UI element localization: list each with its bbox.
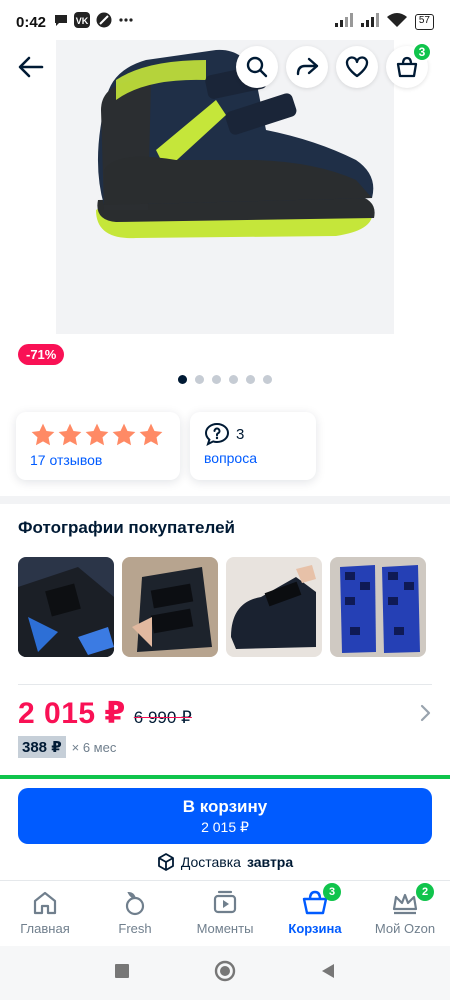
gallery-dot[interactable] [195, 375, 204, 384]
heart-icon [345, 56, 369, 78]
system-nav-bar [0, 946, 450, 1000]
svg-text:VK: VK [76, 16, 89, 26]
signal-icon [334, 13, 353, 31]
favorite-button[interactable] [336, 46, 378, 88]
back-button[interactable] [10, 46, 52, 88]
customer-photo[interactable] [330, 557, 426, 657]
recents-button[interactable] [114, 963, 130, 984]
tab-my-ozon[interactable]: Мой Ozon 2 [360, 881, 450, 946]
tab-cart[interactable]: Корзина 3 [270, 881, 360, 946]
box-icon [157, 853, 174, 871]
customer-photo[interactable] [122, 557, 218, 657]
home-button[interactable] [214, 960, 236, 987]
add-to-cart-button[interactable]: В корзину 2 015 ₽ [18, 788, 432, 844]
gallery-dot[interactable] [246, 375, 255, 384]
cart-tab-badge: 3 [323, 883, 341, 901]
current-price: 2 015 ₽ [18, 697, 126, 730]
arrow-left-icon [18, 56, 44, 78]
feedback-cards: 17 отзывов 3 вопроса [16, 412, 316, 480]
status-time: 0:42 [16, 13, 47, 31]
customer-photos-title: Фотографии покупателей [18, 518, 235, 537]
price-block[interactable]: 2 015 ₽ 6 990 ₽ [18, 696, 432, 731]
installment-info[interactable]: 388 ₽ × 6 мес [18, 736, 116, 758]
tab-label: Корзина [288, 921, 342, 936]
questions-link[interactable]: вопроса [204, 450, 302, 466]
installment-amount: 388 ₽ [18, 736, 66, 758]
old-price: 6 990 ₽ [133, 708, 192, 727]
star-icon [139, 423, 163, 446]
discount-badge: -71% [18, 344, 65, 365]
tab-label: Мой Ozon [374, 921, 436, 936]
app-icon [96, 12, 112, 32]
customer-photo[interactable] [18, 557, 114, 657]
gallery-dot[interactable] [229, 375, 238, 384]
chevron-right-icon[interactable] [420, 704, 432, 727]
my-ozon-tab-badge: 2 [416, 883, 434, 901]
gallery-pagination[interactable] [0, 375, 450, 384]
more-icon [118, 12, 134, 32]
delivery-prefix: Доставка [180, 854, 241, 870]
tab-label: Главная [20, 921, 70, 936]
share-icon [296, 57, 319, 76]
section-separator [0, 496, 450, 504]
fresh-icon [125, 891, 145, 916]
customer-photos [18, 557, 426, 657]
chat-icon [54, 13, 68, 31]
divider [18, 684, 432, 685]
product-gallery[interactable] [0, 40, 450, 340]
cart-button[interactable]: 3 [386, 42, 432, 88]
wifi-icon [386, 12, 407, 32]
crown-icon [392, 893, 418, 915]
moments-icon [213, 890, 237, 914]
questions-card[interactable]: 3 вопроса [190, 412, 316, 480]
cart-count-badge: 3 [412, 42, 432, 62]
customer-photo[interactable] [226, 557, 322, 657]
search-button[interactable] [236, 46, 278, 88]
tab-home[interactable]: Главная [0, 881, 90, 946]
rating-card[interactable]: 17 отзывов [16, 412, 180, 480]
tab-fresh[interactable]: Fresh [90, 881, 180, 946]
product-image[interactable] [56, 40, 394, 334]
questions-count: 3 [236, 425, 245, 443]
gallery-dot[interactable] [263, 375, 272, 384]
question-bubble-icon [204, 422, 230, 446]
back-nav-button[interactable] [320, 963, 336, 984]
home-icon [33, 891, 57, 915]
tab-moments[interactable]: Моменты [180, 881, 270, 946]
delivery-info: Доставка завтра [0, 853, 450, 871]
status-bar: 0:42 VK 57 [0, 0, 450, 44]
bottom-tab-bar: Главная Fresh Моменты Корзина 3 Мой Ozon… [0, 880, 450, 946]
delivery-when: завтра [246, 854, 294, 870]
search-icon [246, 56, 268, 78]
share-button[interactable] [286, 46, 328, 88]
star-icon [112, 423, 136, 446]
battery-indicator: 57 [414, 14, 434, 30]
tab-label: Моменты [196, 921, 254, 936]
accent-line [0, 775, 450, 779]
add-to-cart-label: В корзину [182, 796, 268, 816]
gallery-dot[interactable] [212, 375, 221, 384]
gallery-dot[interactable] [178, 375, 187, 384]
installment-term: × 6 мес [71, 739, 117, 755]
star-icon [31, 423, 55, 446]
vk-icon: VK [74, 12, 91, 32]
rating-stars [30, 422, 166, 448]
tab-label: Fresh [118, 921, 152, 936]
star-icon [85, 423, 109, 446]
reviews-link[interactable]: 17 отзывов [30, 452, 166, 468]
add-to-cart-price: 2 015 ₽ [201, 818, 249, 835]
signal2-icon [360, 13, 379, 31]
star-icon [58, 423, 82, 446]
